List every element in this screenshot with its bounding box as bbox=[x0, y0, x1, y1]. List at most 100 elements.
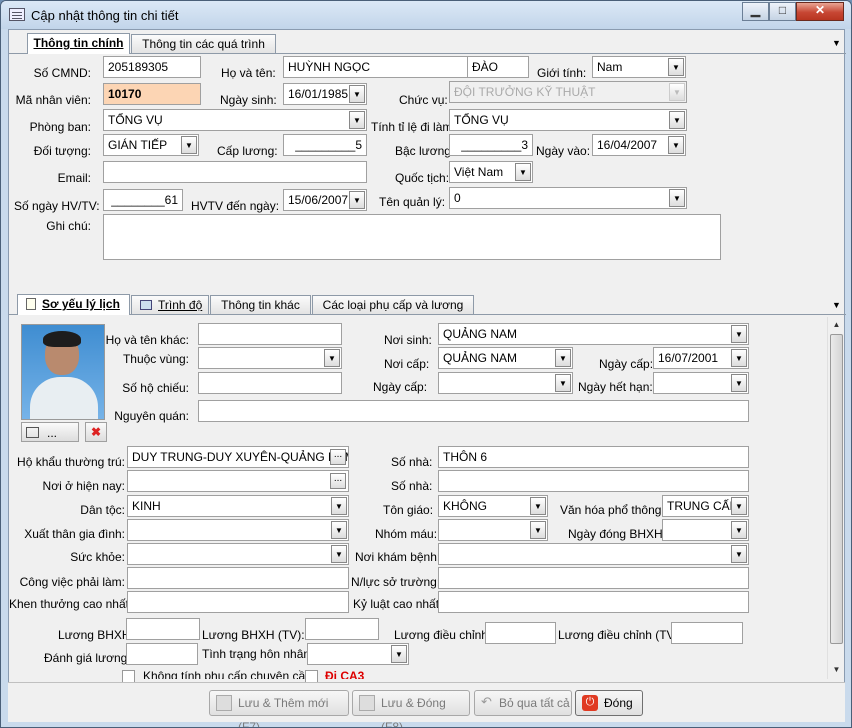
hon-nhan-select[interactable]: ▼ bbox=[307, 643, 409, 665]
chevron-down-icon[interactable]: ▼ bbox=[668, 58, 684, 76]
so-nha-field[interactable]: THÔN 6 bbox=[438, 446, 749, 468]
nang-luc-field[interactable] bbox=[438, 567, 749, 589]
phong-ban-select[interactable]: TỔNG VỤ ▼ bbox=[103, 109, 367, 131]
browse-photo-button[interactable]: ... bbox=[21, 422, 79, 442]
ngay-vao-field[interactable]: 16/04/2007 ▼ bbox=[592, 134, 686, 156]
luong-dc-tv-field[interactable] bbox=[671, 622, 743, 644]
so-cmnd-field[interactable]: 205189305 bbox=[103, 56, 201, 78]
ten-quan-ly-select[interactable]: 0 ▼ bbox=[449, 187, 687, 209]
minimize-button[interactable]: ▁ bbox=[742, 2, 769, 21]
chevron-down-icon[interactable]: ▼ bbox=[731, 349, 747, 367]
ngay-dong-field[interactable]: ▼ bbox=[662, 519, 749, 541]
ho-field[interactable]: HUỲNH NGỌC bbox=[283, 56, 469, 78]
chevron-down-icon[interactable]: ▼ bbox=[349, 111, 365, 129]
scroll-down-icon[interactable]: ▼ bbox=[829, 662, 844, 677]
so-ho-chieu-field[interactable] bbox=[198, 372, 342, 394]
chevron-down-icon[interactable]: ▼ bbox=[349, 85, 365, 103]
van-hoa-select[interactable]: TRUNG CẤP ▼ bbox=[662, 495, 749, 517]
gioi-tinh-select[interactable]: Nam ▼ bbox=[592, 56, 686, 78]
ton-giao-select[interactable]: KHÔNG ▼ bbox=[438, 495, 548, 517]
noi-sinh-select[interactable]: QUẢNG NAM ▼ bbox=[438, 323, 749, 345]
chevron-down-icon[interactable]: ▼ bbox=[515, 163, 531, 181]
nguyen-quan-field[interactable] bbox=[198, 400, 749, 422]
quoc-tich-select[interactable]: Việt Nam ▼ bbox=[449, 161, 533, 183]
chevron-down-icon[interactable]: ▼ bbox=[731, 521, 747, 539]
bac-luong-field[interactable]: _________3 bbox=[449, 134, 533, 156]
ngay-cap2-field[interactable]: ▼ bbox=[438, 372, 573, 394]
cap-luong-field[interactable]: _________5 bbox=[283, 134, 367, 156]
delete-photo-button[interactable]: ✖ bbox=[85, 422, 107, 442]
nhom-mau-select[interactable]: ▼ bbox=[438, 519, 548, 541]
ellipsis-icon[interactable]: ... bbox=[330, 473, 346, 489]
chevron-down-icon[interactable]: ▼ bbox=[530, 497, 546, 515]
ngay-het-han-field[interactable]: ▼ bbox=[653, 372, 749, 394]
noi-o-field[interactable]: ... bbox=[127, 470, 349, 492]
chevron-down-icon[interactable]: ▼ bbox=[668, 136, 684, 154]
chevron-down-icon[interactable]: ▼ bbox=[669, 189, 685, 207]
dan-toc-select[interactable]: KINH ▼ bbox=[127, 495, 349, 517]
tab-thong-tin-qua-trinh[interactable]: Thông tin các quá trình bbox=[131, 34, 276, 53]
email-field[interactable] bbox=[103, 161, 367, 183]
save-add-button[interactable]: Lưu & Thêm mới (F7) bbox=[209, 690, 349, 727]
chevron-down-icon[interactable]: ▼ bbox=[331, 497, 347, 515]
chevron-down-icon[interactable]: ▼ bbox=[731, 497, 747, 515]
cong-viec-field[interactable] bbox=[127, 567, 349, 589]
luong-dc-field[interactable] bbox=[485, 622, 556, 644]
danh-gia-field[interactable] bbox=[126, 643, 198, 665]
ho-khau-field[interactable]: DUY TRUNG-DUY XUYÊN-QUẢNG NAM... bbox=[127, 446, 349, 468]
scroll-up-icon[interactable]: ▲ bbox=[829, 317, 844, 332]
hvtv-field[interactable]: 15/06/2007 ▼ bbox=[283, 189, 367, 211]
ho-ten-khac-field[interactable] bbox=[198, 323, 342, 345]
scrollbar-thumb[interactable] bbox=[830, 334, 843, 644]
suc-khoe-select[interactable]: ▼ bbox=[127, 543, 349, 565]
noi-kham-select[interactable]: ▼ bbox=[438, 543, 749, 565]
close-button[interactable]: ⏻ Đóng bbox=[575, 690, 643, 716]
chevron-down-icon[interactable]: ▼ bbox=[324, 349, 340, 367]
chevron-down-icon[interactable]: ▼ bbox=[530, 521, 546, 539]
luong-bhxh-field[interactable] bbox=[126, 618, 200, 640]
vertical-scrollbar[interactable]: ▲ ▼ bbox=[827, 317, 844, 679]
chevron-down-icon[interactable]: ▼ bbox=[331, 521, 347, 539]
doi-tuong-select[interactable]: GIÁN TIẾP ▼ bbox=[103, 134, 199, 156]
chevron-down-icon[interactable]: ▼ bbox=[555, 349, 571, 367]
ten-field[interactable]: ĐÀO bbox=[467, 56, 529, 78]
chevron-down-icon[interactable]: ▼ bbox=[731, 545, 747, 563]
tab-thong-tin-khac[interactable]: Thông tin khác bbox=[210, 295, 311, 314]
ho-ten-khac-label: Họ và tên khác: bbox=[105, 333, 189, 347]
chevron-down-icon[interactable]: ▼ bbox=[555, 374, 571, 392]
ngay-sinh-field[interactable]: 16/01/1985 ▼ bbox=[283, 83, 367, 105]
so-nha2-field[interactable] bbox=[438, 470, 749, 492]
ngay-cap-field[interactable]: 16/07/2001 ▼ bbox=[653, 347, 749, 369]
chevron-down-icon[interactable]: ▼ bbox=[669, 111, 685, 129]
khen-thuong-field[interactable] bbox=[127, 591, 349, 613]
tab-menu-icon[interactable]: ▼ bbox=[832, 300, 841, 310]
noi-cap-select[interactable]: QUẢNG NAM ▼ bbox=[438, 347, 573, 369]
tab-phu-cap-luong[interactable]: Các loại phụ cấp và lương bbox=[312, 295, 474, 314]
tinh-ti-le-select[interactable]: TỔNG VỤ ▼ bbox=[449, 109, 687, 131]
chevron-down-icon[interactable]: ▼ bbox=[731, 325, 747, 343]
title-bar[interactable]: Cập nhật thông tin chi tiết ▁ □ ✕ bbox=[1, 1, 851, 29]
tab-trinh-do[interactable]: Trình độ bbox=[131, 295, 209, 314]
ghi-chu-field[interactable] bbox=[103, 214, 721, 260]
ho-khau-label: Hộ khẩu thường trú: bbox=[17, 455, 125, 469]
thuoc-vung-select[interactable]: ▼ bbox=[198, 347, 342, 369]
xuat-than-select[interactable]: ▼ bbox=[127, 519, 349, 541]
so-ngay-field[interactable]: ________61 bbox=[103, 189, 183, 211]
close-window-button[interactable]: ✕ bbox=[796, 2, 844, 21]
ma-nv-field[interactable]: 10170 bbox=[103, 83, 201, 105]
chevron-down-icon[interactable]: ▼ bbox=[731, 374, 747, 392]
chevron-down-icon[interactable]: ▼ bbox=[391, 645, 407, 663]
luong-bhxh-tv-field[interactable] bbox=[305, 618, 379, 640]
maximize-button[interactable]: □ bbox=[769, 2, 796, 21]
skip-all-button[interactable]: ↶ Bỏ qua tất cả bbox=[474, 690, 572, 716]
chevron-down-icon[interactable]: ▼ bbox=[331, 545, 347, 563]
chevron-down-icon[interactable]: ▼ bbox=[349, 191, 365, 209]
ky-luat-field[interactable] bbox=[438, 591, 749, 613]
save-close-button[interactable]: Lưu & Đóng (F8) bbox=[352, 690, 470, 727]
ellipsis-icon[interactable]: ... bbox=[330, 449, 346, 465]
phong-ban-label: Phòng ban: bbox=[29, 120, 91, 134]
tab-thong-tin-chinh[interactable]: Thông tin chính bbox=[27, 33, 130, 54]
tab-so-yeu-ly-lich[interactable]: Sơ yếu lý lịch bbox=[17, 294, 130, 315]
chevron-down-icon[interactable]: ▼ bbox=[181, 136, 197, 154]
tab-menu-icon[interactable]: ▼ bbox=[832, 38, 841, 48]
